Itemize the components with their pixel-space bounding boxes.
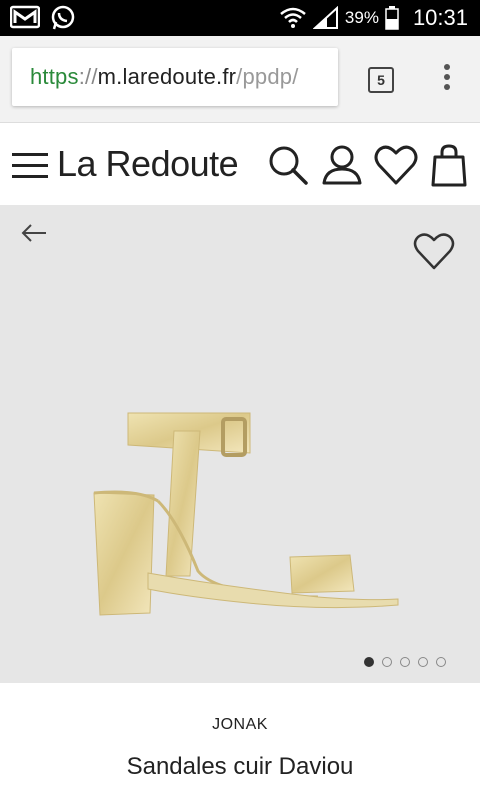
url-path: /ppdp/ xyxy=(236,64,299,89)
product-name: Sandales cuir Daviou xyxy=(126,753,354,780)
signal-icon xyxy=(312,6,338,29)
tab-count: 5 xyxy=(377,72,385,88)
wishlist-icon[interactable] xyxy=(373,143,419,187)
product-image-carousel[interactable] xyxy=(0,205,480,683)
account-icon[interactable] xyxy=(320,143,364,187)
product-brand[interactable]: JONAK xyxy=(0,716,480,734)
battery-percent: 39% xyxy=(344,8,379,27)
carousel-dot[interactable] xyxy=(382,657,392,667)
search-icon[interactable] xyxy=(266,143,310,187)
wifi-icon xyxy=(280,7,306,28)
favorite-icon[interactable] xyxy=(412,231,456,271)
shopping-bag-icon[interactable] xyxy=(430,143,468,187)
carousel-dot[interactable] xyxy=(400,657,410,667)
site-header: La Redoute xyxy=(0,122,480,206)
carousel-dot[interactable] xyxy=(436,657,446,667)
browser-menu-button[interactable] xyxy=(437,64,457,94)
status-bar: 39% 10:31 xyxy=(0,0,480,36)
carousel-dot[interactable] xyxy=(364,657,374,667)
url-separator: :// xyxy=(78,64,98,89)
battery-icon xyxy=(385,6,399,30)
site-logo[interactable]: La Redoute xyxy=(57,143,239,185)
gmail-icon xyxy=(10,5,40,29)
url-host: m.laredoute.fr xyxy=(97,64,237,89)
carousel-dot[interactable] xyxy=(418,657,428,667)
whatsapp-icon xyxy=(51,5,75,30)
browser-toolbar: https://m.laredoute.fr/ppdp/ 5 xyxy=(0,36,480,122)
hamburger-menu-icon[interactable] xyxy=(12,153,48,179)
url-scheme: https xyxy=(30,64,79,89)
menu-dot-icon xyxy=(444,84,450,90)
menu-dot-icon xyxy=(444,64,450,70)
clock: 10:31 xyxy=(412,5,468,30)
back-arrow-icon[interactable] xyxy=(20,223,48,243)
product-info: JONAK Sandales cuir Daviou xyxy=(0,683,480,800)
carousel-indicator xyxy=(364,657,446,667)
url-field[interactable]: https://m.laredoute.fr/ppdp/ xyxy=(12,48,338,106)
menu-dot-icon xyxy=(444,74,450,80)
product-image xyxy=(93,412,399,616)
tab-switcher-button[interactable]: 5 xyxy=(368,67,394,93)
